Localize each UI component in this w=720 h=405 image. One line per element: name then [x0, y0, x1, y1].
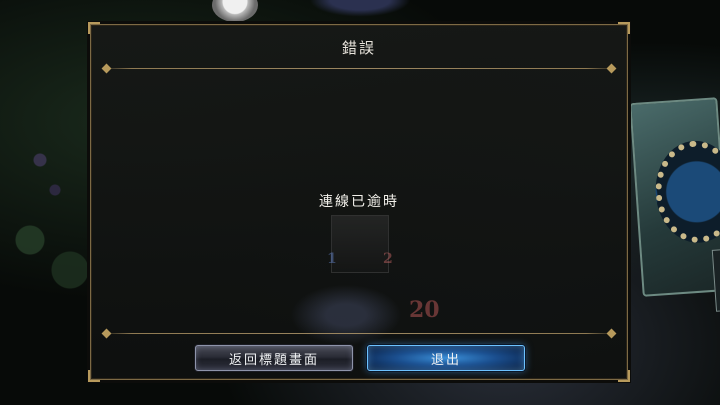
- deck-card-ring: [652, 138, 720, 246]
- dialog-corner-ornament: [88, 370, 100, 382]
- deck-card: [629, 97, 720, 312]
- title-divider: [101, 68, 617, 69]
- game-screen: 錯誤 1 2 20 連線已逾時 返回標題畫面 退出: [0, 0, 720, 405]
- card-health-value: 2: [383, 251, 393, 267]
- player-portrait-frame: [291, 285, 401, 345]
- error-message: 連線已逾時: [319, 194, 399, 210]
- opponent-avatar: [212, 0, 258, 22]
- board-card: [331, 215, 389, 273]
- dialog-corner-ornament: [618, 22, 630, 34]
- background-foliage: [0, 120, 100, 320]
- footer-divider: [101, 333, 617, 334]
- opponent-portrait-frame: [300, 0, 420, 20]
- dialog-corner-ornament: [618, 370, 630, 382]
- exit-button[interactable]: 退出: [367, 345, 525, 371]
- player-life-value: 20: [409, 297, 440, 323]
- return-to-title-button[interactable]: 返回標題畫面: [195, 345, 353, 371]
- dialog-corner-ornament: [88, 22, 100, 34]
- deck-card-panel: [711, 248, 720, 312]
- card-attack-value: 1: [327, 251, 337, 267]
- dialog-title: 錯誤: [341, 39, 376, 57]
- error-dialog: 錯誤 1 2 20 連線已逾時 返回標題畫面 退出: [88, 22, 630, 382]
